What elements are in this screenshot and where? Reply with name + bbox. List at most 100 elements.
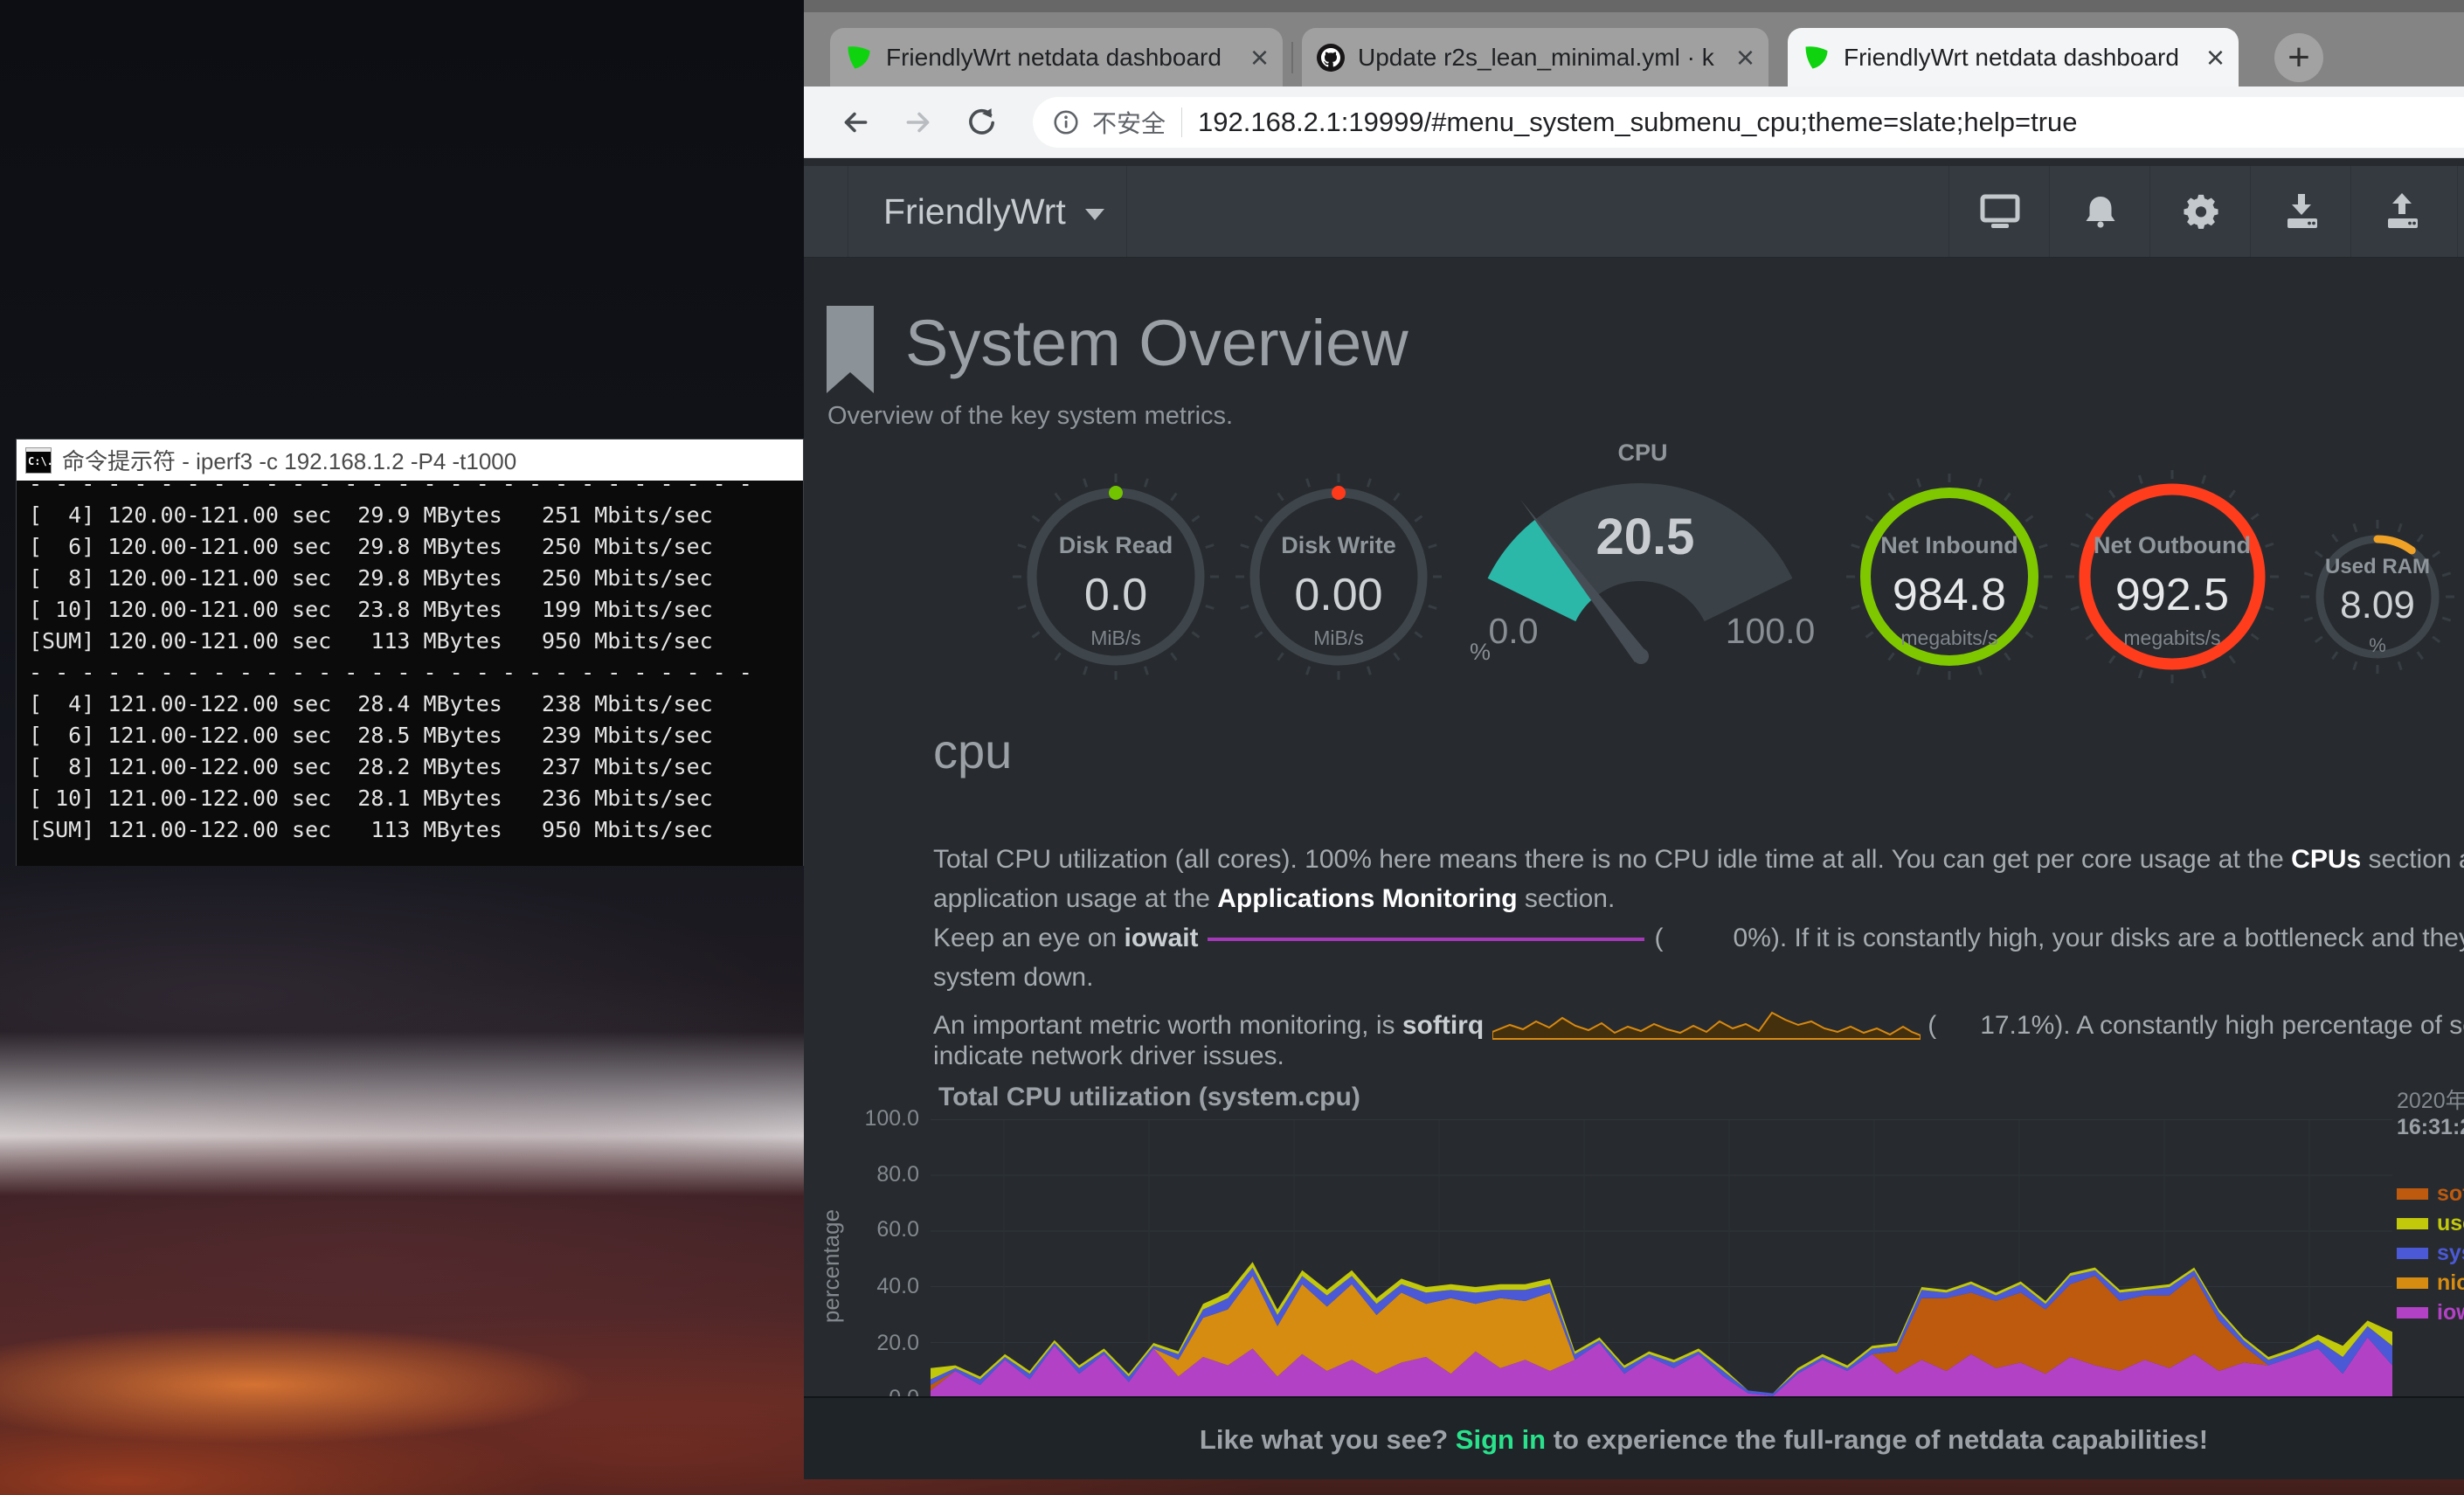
cpu-chart[interactable] [931, 1119, 2392, 1399]
iowait-value: 0%). [1734, 924, 1788, 952]
legend-item-user[interactable]: user [2397, 1208, 2464, 1238]
tab-netdata-1[interactable]: FriendlyWrt netdata dashboard × [830, 28, 1283, 87]
iowait-sparkline[interactable] [1208, 938, 1644, 941]
help-line-1: Total CPU utilization (all cores). 100% … [933, 845, 2464, 875]
help-line-5: An important metric worth monitoring, is… [933, 1002, 2464, 1041]
info-icon[interactable] [1052, 108, 1080, 136]
gauge-min: 0.0 [1426, 611, 1601, 652]
browser-window: FriendlyWrt netdata dashboard × Update r… [804, 0, 2464, 1479]
legend-item-nice[interactable]: nice [2397, 1268, 2464, 1298]
terminal-line: [ 6] 120.00-121.00 sec 29.8 MBytes 250 M… [29, 531, 791, 563]
softirq-value: 17.1%). [1980, 1011, 2070, 1040]
legend-item-iowait[interactable]: iowait [2397, 1298, 2464, 1327]
terminal-line: [ 8] 121.00-122.00 sec 28.2 MBytes 237 M… [29, 751, 791, 783]
reload-icon[interactable] [965, 106, 998, 139]
tab-label: Update r2s_lean_minimal.yml · k [1358, 44, 1727, 72]
settings-button[interactable] [2149, 166, 2251, 257]
tab-close-icon[interactable]: × [1250, 45, 1269, 71]
gauge-value: 8.09 [2246, 584, 2464, 627]
terminal-line: [ 4] 121.00-122.00 sec 28.4 MBytes 238 M… [29, 689, 791, 720]
address-bar[interactable]: 不安全 192.168.2.1:19999/#menu_system_subme… [1033, 97, 2464, 148]
sign-in-link[interactable]: Sign in [1456, 1424, 1546, 1455]
page-title: System Overview [905, 306, 1408, 380]
legend-item-system[interactable]: system [2397, 1238, 2464, 1268]
legend-label: system [2437, 1241, 2464, 1266]
chart-legend: 2020年3 16:31:2 softirq user system nice … [2397, 1083, 2464, 1327]
netdata-icon [844, 43, 874, 73]
disk-read-dot [1109, 486, 1123, 500]
legend-label: iowait [2437, 1300, 2464, 1325]
chevron-down-icon [1085, 209, 1104, 220]
legend-swatch [2397, 1307, 2428, 1319]
terminal-line: [ 8] 120.00-121.00 sec 29.8 MBytes 250 M… [29, 563, 791, 594]
terminal-title-bar[interactable]: C:\. 命令提示符 - iperf3 -c 192.168.1.2 -P4 -… [17, 440, 803, 481]
chart-date: 2020年3 [2397, 1083, 2464, 1115]
gauge-unit: % [1470, 639, 1491, 666]
extra-button-partial[interactable] [2457, 166, 2464, 257]
browser-toolbar: 不安全 192.168.2.1:19999/#menu_system_subme… [804, 87, 2464, 158]
forward-icon[interactable] [902, 106, 935, 139]
page-subtitle: Overview of the key system metrics. [827, 402, 1233, 431]
legend-label: nice [2437, 1270, 2464, 1296]
help-line-2: application usage at the Applications Mo… [933, 884, 1615, 914]
legend-swatch [2397, 1188, 2428, 1200]
signin-text-post: to experience the full-range of netdata … [1546, 1424, 2208, 1455]
legend-item-softirq[interactable]: softirq [2397, 1179, 2464, 1208]
applications-monitoring-link[interactable]: Applications Monitoring [1217, 884, 1517, 913]
gauge-label: Disk Write [1208, 532, 1470, 559]
window-top-band [804, 0, 2464, 12]
chart-title: Total CPU utilization (system.cpu) [938, 1083, 1360, 1112]
signin-text-pre: Like what you see? [1200, 1424, 1456, 1455]
tab-close-icon[interactable]: × [1736, 45, 1755, 71]
github-icon [1316, 43, 1346, 73]
download-icon [2281, 192, 2322, 231]
legend-label: softirq [2437, 1181, 2464, 1207]
gauge-label: CPU [1512, 440, 1774, 467]
signin-banner: Like what you see? Sign in to experience… [804, 1396, 2464, 1479]
legend-label: user [2437, 1211, 2464, 1236]
terminal-line: - - - - - - - - - - - - - - - - - - - - … [29, 481, 791, 500]
security-label: 不安全 [1092, 105, 1166, 140]
netdata-icon [1802, 43, 1831, 73]
bell-icon [2081, 192, 2120, 231]
ytick: 100.0 [841, 1106, 919, 1132]
cpus-link[interactable]: CPUs [2291, 845, 2361, 874]
ytick: 20.0 [841, 1331, 919, 1356]
legend-swatch [2397, 1277, 2428, 1289]
ytick: 80.0 [841, 1162, 919, 1187]
gauge-value: 20.5 [1514, 508, 1776, 566]
ytick: 40.0 [841, 1274, 919, 1299]
hostname-dropdown[interactable]: FriendlyWrt [848, 166, 1127, 257]
terminal-line: [ 10] 120.00-121.00 sec 23.8 MBytes 199 … [29, 594, 791, 626]
url-text[interactable]: 192.168.2.1:19999/#menu_system_submenu_c… [1198, 107, 2078, 138]
help-line-6: indicate network driver issues. [933, 1042, 1284, 1071]
export-button[interactable] [2350, 166, 2452, 257]
chart-time: 16:31:2 [2397, 1115, 2464, 1140]
ytick: 60.0 [841, 1217, 919, 1242]
legend-swatch [2397, 1248, 2428, 1259]
terminal-window[interactable]: C:\. 命令提示符 - iperf3 -c 192.168.1.2 -P4 -… [16, 439, 804, 866]
gauge-unit: % [2246, 634, 2464, 657]
netdata-navbar: FriendlyWrt [804, 166, 2464, 258]
tab-close-icon[interactable]: × [2206, 45, 2225, 71]
netdata-page: FriendlyWrt [804, 158, 2464, 1479]
softirq-sparkline[interactable] [1492, 1002, 1921, 1041]
import-button[interactable] [2250, 166, 2351, 257]
terminal-line: - - - - - - - - - - - - - - - - - - - - … [29, 657, 791, 689]
monitor-button[interactable] [1948, 166, 2050, 257]
monitor-icon [1979, 192, 2021, 231]
tab-netdata-active[interactable]: FriendlyWrt netdata dashboard × [1788, 28, 2239, 87]
tab-strip: FriendlyWrt netdata dashboard × Update r… [804, 0, 2464, 87]
tab-label: FriendlyWrt netdata dashboard [886, 44, 1242, 72]
help-line-3: Keep an eye on iowait(0%). If it is cons… [933, 924, 2464, 953]
chart-areas [931, 1262, 2392, 1399]
hostname-label: FriendlyWrt [883, 191, 1066, 232]
terminal-title: 命令提示符 - iperf3 -c 192.168.1.2 -P4 -t1000 [62, 444, 516, 476]
alarms-button[interactable] [2049, 166, 2150, 257]
desktop: C:\. 命令提示符 - iperf3 -c 192.168.1.2 -P4 -… [0, 0, 2464, 1495]
cmd-icon: C:\. [25, 447, 52, 474]
help-line-4: system down. [933, 963, 1093, 993]
new-tab-button[interactable]: + [2274, 33, 2323, 82]
back-icon[interactable] [839, 106, 872, 139]
tab-github[interactable]: Update r2s_lean_minimal.yml · k × [1302, 28, 1768, 87]
